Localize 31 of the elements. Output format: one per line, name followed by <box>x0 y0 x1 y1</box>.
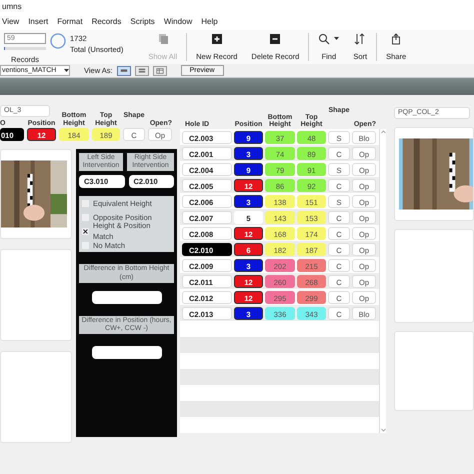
menu-item[interactable]: Scripts <box>130 16 155 28</box>
checkbox[interactable] <box>82 200 89 207</box>
caret-icon <box>64 68 69 72</box>
scroll-down-icon[interactable] <box>380 427 387 433</box>
sort-icon <box>354 33 366 45</box>
position-difference-field[interactable] <box>92 346 162 359</box>
scrollbar[interactable] <box>379 129 386 433</box>
view-form-icon <box>120 66 128 74</box>
view-list-button[interactable] <box>134 66 149 76</box>
view-table-icon <box>156 66 164 74</box>
plus-square-icon <box>210 33 223 45</box>
search-icon <box>318 33 330 45</box>
bottom-difference-field[interactable] <box>92 290 162 304</box>
menu-item[interactable]: View <box>2 16 20 28</box>
checkbox[interactable] <box>82 214 89 221</box>
menu-item[interactable]: Window <box>164 16 192 28</box>
scroll-up-icon[interactable] <box>380 129 387 135</box>
caret-icon <box>334 37 340 41</box>
view-form-button[interactable] <box>116 66 131 76</box>
view-list-icon <box>138 66 146 74</box>
minus-square-icon <box>269 33 282 45</box>
view-table-button[interactable] <box>152 66 167 76</box>
share-icon <box>390 33 402 45</box>
menu-item[interactable]: Insert <box>28 16 48 28</box>
menu-item[interactable]: Records <box>92 16 122 28</box>
checkbox[interactable] <box>82 242 89 249</box>
show-all-icon <box>156 33 169 45</box>
menu-item[interactable]: Format <box>57 16 83 28</box>
window-title: umns <box>0 0 474 14</box>
menu-item[interactable]: Help <box>201 16 218 28</box>
checkbox[interactable] <box>82 228 89 235</box>
